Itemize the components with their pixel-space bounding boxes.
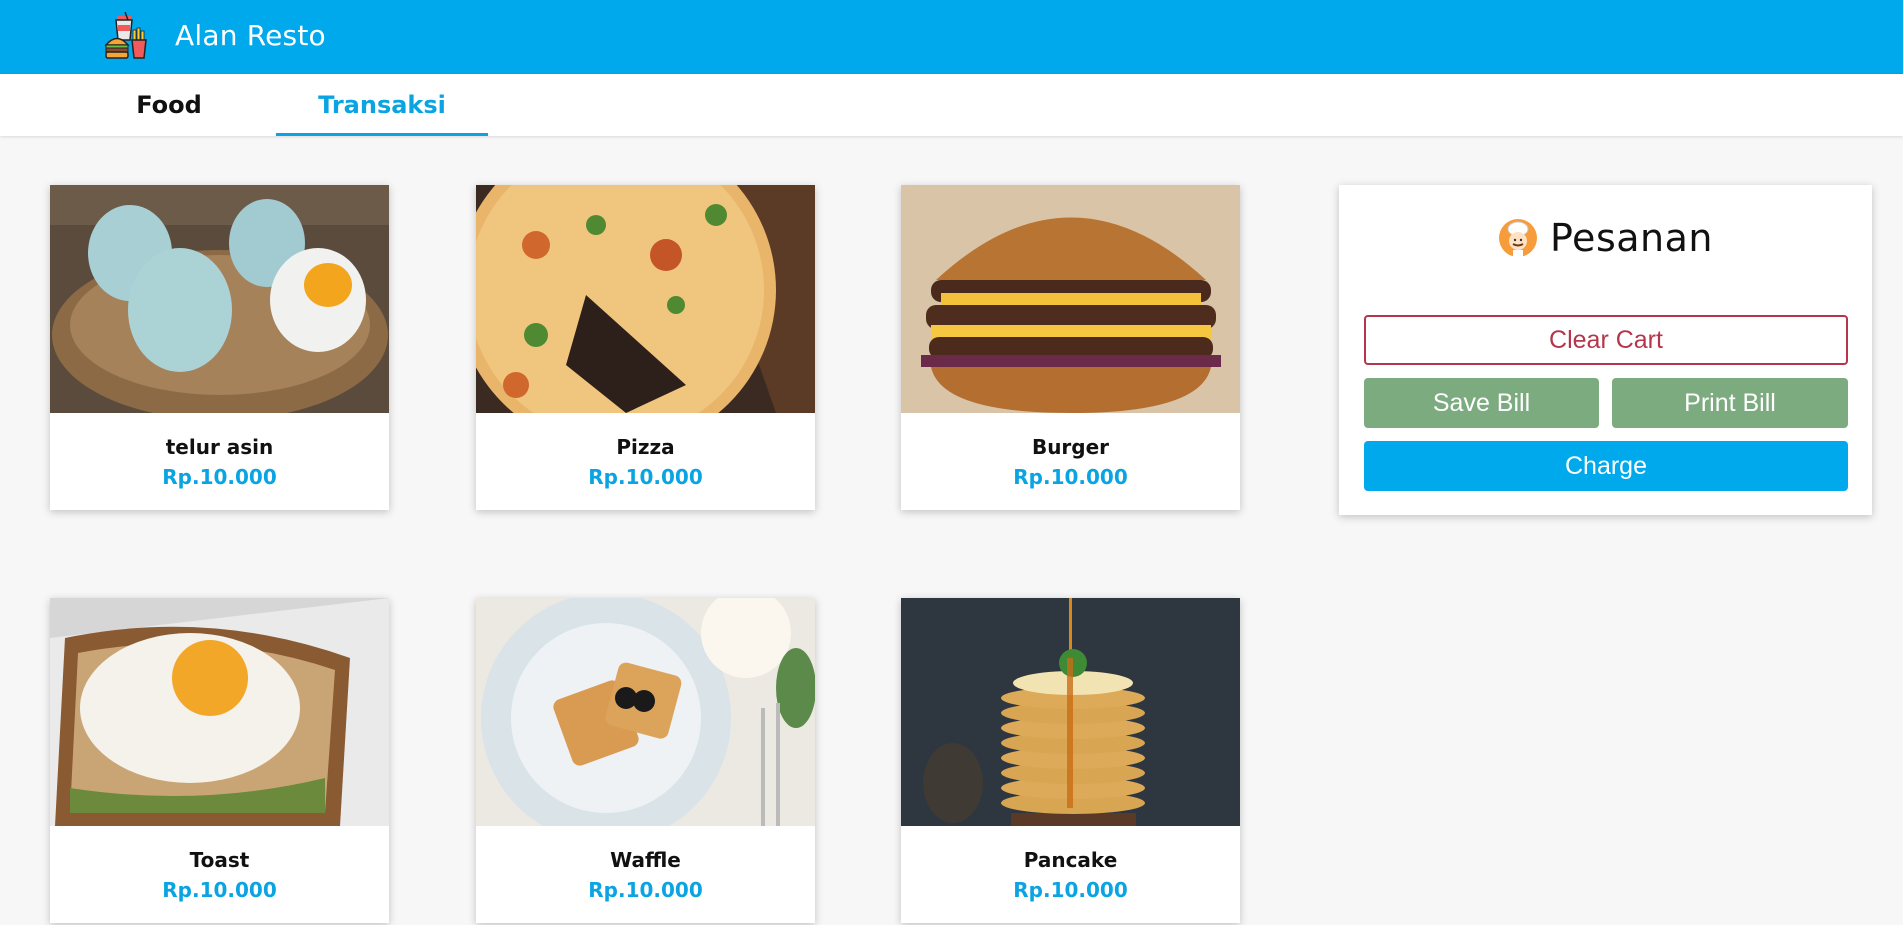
menu-card-burger[interactable]: Burger Rp.10.000 [901, 185, 1240, 510]
menu-item-price: Rp.10.000 [1013, 465, 1128, 489]
menu-card-pizza[interactable]: Pizza Rp.10.000 [476, 185, 815, 510]
order-panel-title: Pesanan [1550, 216, 1713, 260]
order-panel-header: Pesanan [1339, 215, 1872, 261]
salted-eggs-photo [50, 185, 389, 413]
tab-bar: Food Transaksi [0, 74, 1903, 136]
toast-photo [50, 598, 389, 826]
menu-item-name: telur asin [165, 435, 274, 459]
print-bill-button[interactable]: Print Bill [1612, 378, 1848, 428]
menu-item-price: Rp.10.000 [588, 878, 703, 902]
pizza-photo [476, 185, 815, 413]
fast-food-logo-icon [103, 11, 153, 62]
tab-food[interactable]: Food [110, 74, 228, 136]
menu-card-pancake[interactable]: Pancake Rp.10.000 [901, 598, 1240, 923]
save-bill-button[interactable]: Save Bill [1364, 378, 1599, 428]
charge-button[interactable]: Charge [1364, 441, 1848, 491]
waffle-photo [476, 598, 815, 826]
menu-item-price: Rp.10.000 [1013, 878, 1128, 902]
chef-icon [1498, 218, 1538, 258]
menu-item-name: Pizza [616, 435, 675, 459]
menu-item-name: Toast [189, 848, 250, 872]
menu-item-price: Rp.10.000 [162, 465, 277, 489]
pancake-photo [901, 598, 1240, 826]
app-title: Alan Resto [175, 19, 326, 52]
app-header: Alan Resto [0, 0, 1903, 74]
menu-item-name: Waffle [610, 848, 681, 872]
menu-card-waffle[interactable]: Waffle Rp.10.000 [476, 598, 815, 923]
menu-item-price: Rp.10.000 [588, 465, 703, 489]
order-panel: Pesanan Clear Cart Save Bill Print Bill … [1339, 185, 1872, 515]
menu-item-name: Burger [1031, 435, 1110, 459]
tab-transaksi[interactable]: Transaksi [276, 74, 488, 136]
menu-item-price: Rp.10.000 [162, 878, 277, 902]
menu-card-toast[interactable]: Toast Rp.10.000 [50, 598, 389, 923]
menu-card-telur-asin[interactable]: telur asin Rp.10.000 [50, 185, 389, 510]
menu-item-name: Pancake [1023, 848, 1118, 872]
burger-photo [901, 185, 1240, 413]
clear-cart-button[interactable]: Clear Cart [1364, 315, 1848, 365]
